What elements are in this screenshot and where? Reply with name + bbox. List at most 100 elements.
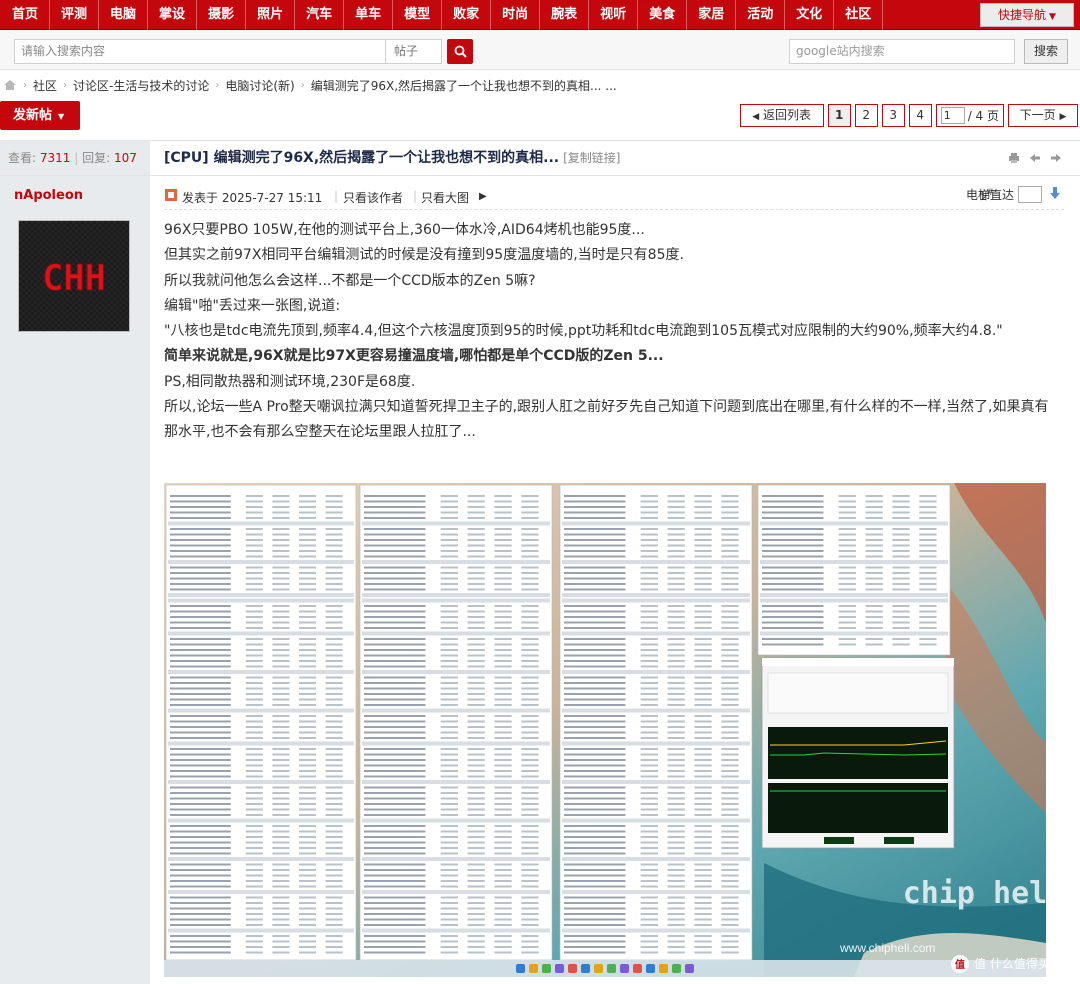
nav-item[interactable]: 掌设 [148, 0, 198, 30]
breadcrumb: › 社区 › 讨论区-生活与技术的讨论 › 电脑讨论(新) › 编辑测完了96X… [0, 73, 1080, 97]
search-icon [454, 45, 467, 58]
page-link-4[interactable]: 4 [908, 104, 932, 127]
prev-thread-icon[interactable] [1029, 152, 1041, 164]
arrow-down-icon[interactable] [1050, 187, 1060, 202]
only-big-image-link[interactable]: 只看大图 [421, 189, 469, 206]
nav-item[interactable]: 评测 [50, 0, 100, 30]
elevator-input[interactable] [1018, 186, 1042, 203]
nav-item[interactable]: 汽车 [295, 0, 345, 30]
avatar[interactable]: CHH [18, 220, 130, 332]
chevron-down-icon: ▼ [58, 112, 65, 121]
breadcrumb-separator: › [300, 79, 305, 91]
meta-separator: | [413, 189, 418, 203]
page-jump: 1 / 4 页 [935, 104, 1004, 127]
pagination: ◀ 返回列表 1 2 3 4 1 / 4 页 下一页 ▶ [736, 104, 1078, 127]
play-icon: ▶ [479, 191, 487, 202]
source-mark-text: 值 什么值得买 [974, 956, 1046, 971]
post-line-bold: 简单来说就是,96X就是比97X更容易撞温度墙,哪怕都是单个CCD版的Zen 5… [164, 348, 664, 365]
post-line: 但其实之前97X相同平台编辑测试的时候是没有撞到95度温度墙的,当时是只有85度… [164, 247, 684, 264]
nav-item[interactable]: 模型 [393, 0, 443, 30]
post-line: 所以我就问他怎么会这样...不都是一个CCD版本的Zen 5嘛? [164, 272, 536, 289]
search-button[interactable] [447, 39, 473, 64]
nav-item[interactable]: 文化 [785, 0, 835, 30]
elevator: 电梯直达 [966, 186, 1060, 203]
breadcrumb-thread[interactable]: 编辑测完了96X,然后揭露了一个让我也想不到的真相... ... [311, 77, 617, 94]
nav-item[interactable]: 腕表 [540, 0, 590, 30]
page-link-3[interactable]: 3 [881, 104, 905, 127]
author-sidebar: nApoleon CHH [0, 176, 150, 984]
page-link-2[interactable]: 2 [854, 104, 878, 127]
nav-item[interactable]: 电脑 [99, 0, 149, 30]
quick-nav-button[interactable]: 快捷导航 ▼ [980, 3, 1074, 27]
nav-item[interactable]: 美食 [638, 0, 688, 30]
nav-item[interactable]: 视听 [589, 0, 639, 30]
post-screenshot-image[interactable]: chip hell www.chiphell.com 值 值 什么值得买 [164, 483, 1046, 977]
thread-header: 查看: 7311 | 回复: 107 [CPU] 编辑测完了96X,然后揭露了一… [0, 140, 1080, 176]
new-post-label: 发新帖 [13, 108, 53, 123]
post-meta: 发表于 2025-7-27 15:11 | 只看该作者 | 只看大图 ▶ 1# … [164, 184, 1064, 210]
post-line: PS,相同散热器和测试环境,230F是68度. [164, 373, 416, 390]
avatar-logo-text: CHH [42, 258, 106, 299]
nav-item[interactable]: 败家 [442, 0, 492, 30]
watermark-text: www.chiphell.com [839, 941, 935, 955]
elevator-label: 电梯直达 [965, 188, 1014, 202]
nav-item[interactable]: 首页 [0, 0, 51, 30]
page-total: / 4 页 [967, 109, 999, 123]
top-nav: 首页 评测 电脑 掌设 摄影 照片 汽车 单车 模型 败家 时尚 腕表 视听 美食 家居 活动 文化 社区 [0, 0, 1080, 30]
chevron-right-icon: ▶ [1059, 112, 1067, 122]
stats-separator: | [74, 151, 79, 165]
post-body: 96X只要PBO 105W,在他的测试平台上,360一体水冷,AID64烤机也能… [164, 218, 1054, 446]
new-post-button[interactable]: 发新帖 ▼ [0, 101, 80, 130]
views-label: 查看: [8, 151, 37, 165]
page-link-1[interactable]: 1 [827, 104, 851, 127]
home-icon[interactable] [3, 79, 17, 91]
google-search-input[interactable]: google站内搜索 [789, 39, 1015, 64]
thread-title: [CPU] 编辑测完了96X,然后揭露了一个让我也想不到的真相... [复制链接] [164, 141, 621, 175]
page-jump-input[interactable]: 1 [940, 107, 965, 124]
nav-item[interactable]: 时尚 [491, 0, 541, 30]
author-name[interactable]: nApoleon [14, 188, 83, 203]
chevron-left-icon: ◀ [752, 112, 760, 122]
only-author-link[interactable]: 只看该作者 [343, 189, 403, 206]
post-line: 96X只要PBO 105W,在他的测试平台上,360一体水冷,AID64烤机也能… [164, 222, 645, 238]
search-bar: 请输入搜索内容 帖子 google站内搜索 搜索 [0, 30, 1080, 70]
replies-label: 回复: [82, 151, 111, 165]
search-scope-select[interactable]: 帖子 [386, 39, 442, 64]
nav-item[interactable]: 活动 [736, 0, 786, 30]
post-line: "八核也是tdc电流先顶到,频率4.4,但这个六核温度顶到95的时候,ppt功耗… [164, 323, 1003, 340]
post-date: 发表于 2025-7-27 15:11 [182, 191, 323, 205]
nav-item[interactable]: 家居 [687, 0, 737, 30]
breadcrumb-separator: › [215, 79, 220, 91]
nav-item[interactable]: 单车 [344, 0, 394, 30]
google-search-button[interactable]: 搜索 [1024, 39, 1068, 64]
quick-nav-label: 快捷导航 [998, 8, 1047, 22]
post-line: 所以,论坛一些A Pro整天嘲讽拉满只知道誓死捍卫主子的,跟别人肛之前好歹先自己… [164, 399, 1049, 441]
copy-link[interactable]: [复制链接] [563, 151, 620, 165]
chevron-down-icon: ▼ [1049, 12, 1056, 22]
breadcrumb-pc-forum[interactable]: 电脑讨论(新) [225, 77, 294, 94]
thread-stats: 查看: 7311 | 回复: 107 [0, 141, 150, 175]
meta-separator: | [334, 189, 339, 203]
breadcrumb-separator: › [23, 79, 27, 91]
breadcrumb-community[interactable]: 社区 [33, 77, 57, 94]
nav-item[interactable]: 照片 [246, 0, 296, 30]
nav-item[interactable]: 社区 [834, 0, 884, 30]
post-line: 编辑"啪"丢过来一张图,说道: [164, 297, 341, 314]
views-count: 7311 [39, 151, 71, 165]
title-actions [999, 152, 1062, 164]
next-thread-icon[interactable] [1050, 152, 1062, 164]
back-to-list-button[interactable]: ◀ 返回列表 [739, 104, 824, 127]
search-input[interactable]: 请输入搜索内容 [14, 39, 386, 64]
post-author-icon [164, 187, 178, 206]
chiphell-logo-text: chip hell [903, 876, 1046, 911]
back-to-list-label: 返回列表 [763, 108, 812, 122]
nav-item[interactable]: 摄影 [197, 0, 247, 30]
next-page-label: 下一页 [1019, 108, 1056, 122]
print-icon[interactable] [1008, 152, 1020, 164]
breadcrumb-separator: › [63, 79, 68, 91]
svg-text:值: 值 [955, 958, 965, 971]
next-page-button[interactable]: 下一页 ▶ [1008, 104, 1078, 127]
thread-title-text: [CPU] 编辑测完了96X,然后揭露了一个让我也想不到的真相... [164, 150, 560, 166]
replies-count: 107 [114, 151, 137, 165]
breadcrumb-discussion[interactable]: 讨论区-生活与技术的讨论 [73, 77, 209, 94]
